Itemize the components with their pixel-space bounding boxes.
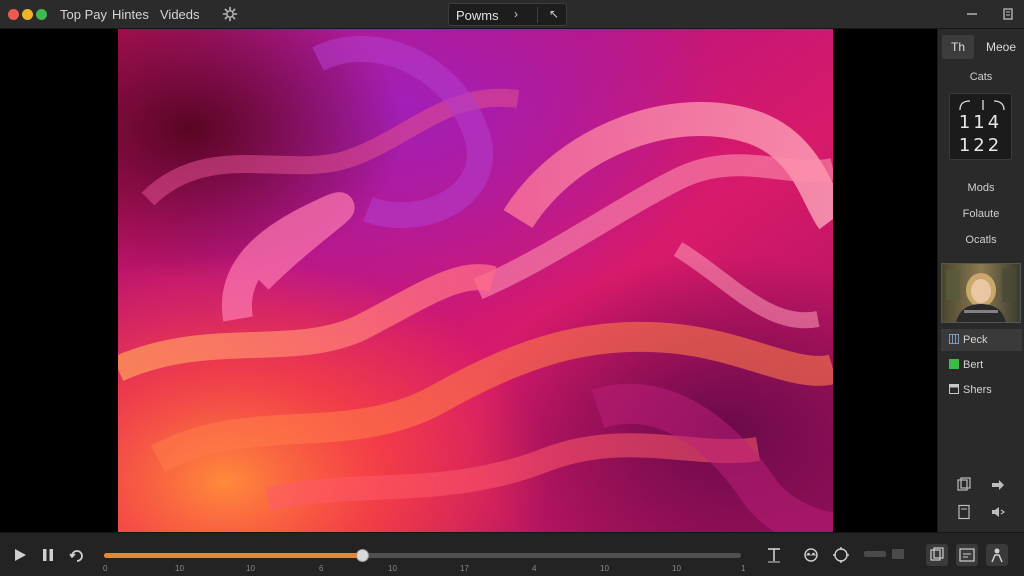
panel-icon [949, 384, 959, 394]
tab-divider [537, 7, 538, 23]
playback-controls: 0 10 10 6 10 17 4 10 10 1 [0, 532, 1024, 576]
cats-heading: Cats [969, 71, 993, 83]
person-icon [991, 548, 1003, 563]
tick-label: 1 [741, 564, 746, 573]
captions-icon [959, 548, 975, 562]
timeline-scrubber[interactable] [104, 549, 741, 562]
cursor-tool-icon[interactable]: ↖ [549, 7, 559, 21]
menu-item-hintes[interactable]: Hintes [112, 7, 149, 22]
tick-label: 0 [103, 564, 108, 573]
square-icon [949, 359, 959, 369]
person-portrait-image [942, 264, 1020, 322]
timeline-handle[interactable] [355, 549, 369, 562]
menu-item-videds[interactable]: Videds [160, 7, 200, 22]
pause-icon[interactable] [40, 547, 56, 563]
letterbox-right [833, 29, 937, 532]
webcam-thumbnail[interactable] [941, 263, 1021, 323]
title-bar: Top Pay Hintes Videds Powms › ↖ [0, 0, 1024, 29]
effects-icon[interactable] [802, 546, 820, 564]
cats-panel[interactable]: 114 122 [949, 93, 1012, 160]
view-tab-label: Powms [456, 8, 499, 23]
sidebar-item-label: Bert [963, 359, 984, 371]
speaker-icon[interactable] [990, 504, 1006, 520]
play-icon[interactable] [12, 547, 28, 563]
copy-icon [930, 547, 944, 561]
tick-label: 4 [532, 564, 537, 573]
tick-label: 17 [460, 564, 469, 573]
tick-label: 10 [600, 564, 609, 573]
menu-item-top-pay[interactable]: Top Pay [60, 7, 107, 22]
volume-slider[interactable] [864, 551, 886, 557]
sidebar-item-label: Peck [963, 334, 988, 346]
sidebar-item-shers[interactable]: Shers [941, 379, 1022, 401]
minimize-icon[interactable] [964, 6, 980, 22]
captions-button[interactable] [956, 544, 978, 566]
loop-icon[interactable] [68, 547, 86, 565]
close-window-button[interactable] [8, 9, 19, 20]
sidebar-item-label: Shers [963, 384, 992, 396]
forward-arrow-icon[interactable] [990, 477, 1006, 493]
copy-frame-button[interactable] [926, 544, 948, 566]
letterbox-left [0, 29, 118, 532]
tick-label: 10 [388, 564, 397, 573]
sidebar-section-folaute[interactable]: Folaute [938, 208, 1024, 220]
volume-level-indicator[interactable] [892, 549, 904, 559]
sidebar-section-ocatls[interactable]: Ocatls [938, 234, 1024, 246]
abstract-swirl-artwork [118, 29, 833, 532]
text-tool-icon[interactable] [766, 546, 782, 564]
sidebar-item-bert[interactable]: Bert [941, 354, 1022, 376]
timeline-ticks: 0 10 10 6 10 17 4 10 10 1 [0, 564, 760, 576]
timeline-progress [104, 553, 362, 558]
sidebar-section-mods[interactable]: Mods [938, 182, 1024, 194]
sidebar-tab-meoe[interactable]: Meoe [982, 35, 1020, 59]
chevron-right-icon[interactable]: › [514, 7, 518, 21]
tick-label: 10 [175, 564, 184, 573]
expand-icon[interactable] [1000, 6, 1016, 22]
minimize-window-button[interactable] [22, 9, 33, 20]
tick-label: 10 [672, 564, 681, 573]
cats-row-2: 122 [958, 135, 1003, 156]
zoom-window-button[interactable] [36, 9, 47, 20]
settings-gear-icon[interactable] [222, 6, 238, 22]
view-tab-selector[interactable]: Powms › ↖ [448, 3, 567, 26]
sidebar-tab-th[interactable]: Th [942, 35, 974, 59]
copy-icon[interactable] [956, 477, 972, 493]
person-button[interactable] [986, 544, 1008, 566]
grid-icon [949, 334, 959, 344]
document-icon[interactable] [956, 504, 972, 520]
video-frame[interactable] [118, 29, 833, 532]
tick-label: 10 [246, 564, 255, 573]
cats-row-1: 114 [958, 112, 1003, 133]
tick-label: 6 [319, 564, 324, 573]
sidebar-item-peck[interactable]: Peck [941, 329, 1022, 351]
target-icon[interactable] [832, 546, 850, 564]
right-sidebar: Th Meoe Cats 114 122 Mods Folaute Ocatls [937, 29, 1024, 532]
curve-glyphs-icon [959, 100, 1005, 111]
